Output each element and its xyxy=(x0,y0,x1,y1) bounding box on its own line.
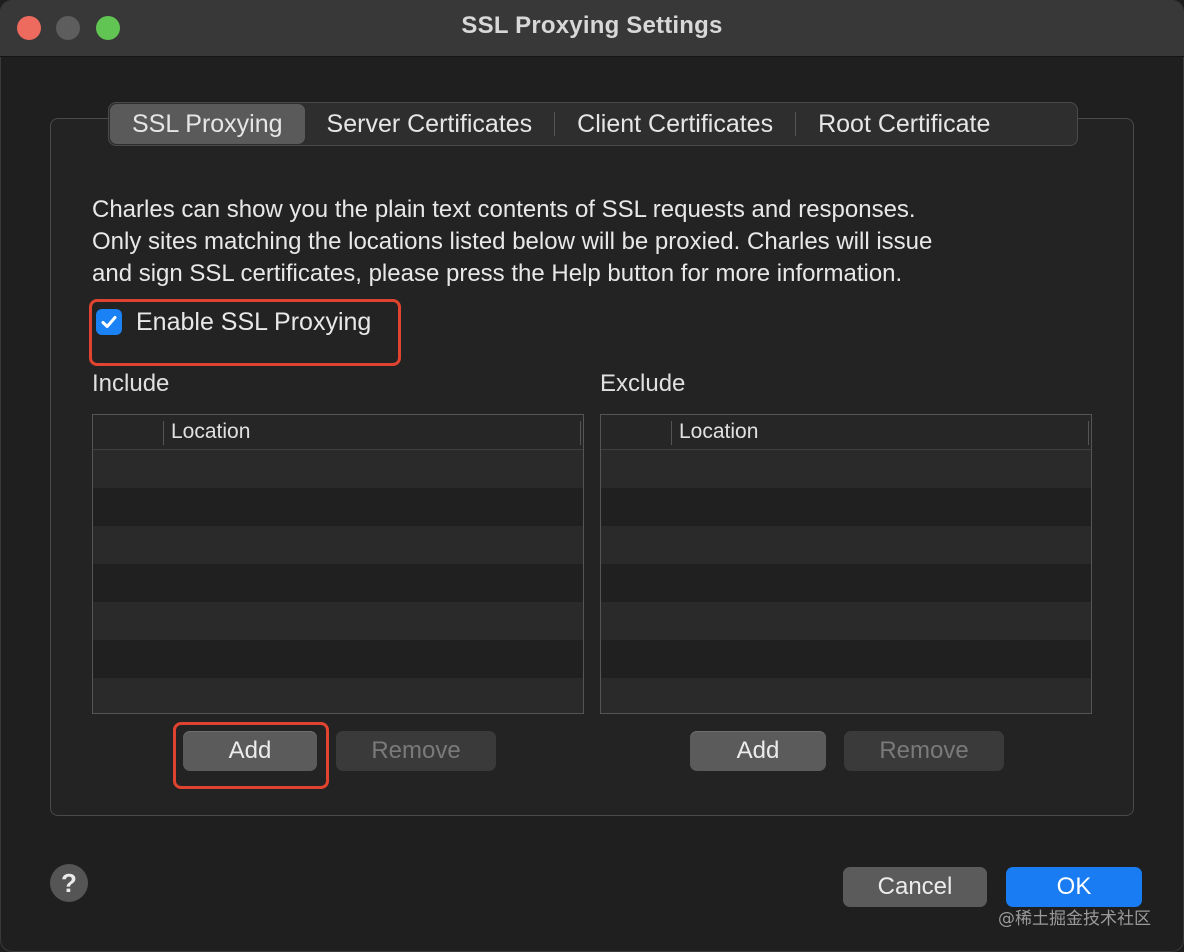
help-button[interactable]: ? xyxy=(50,864,88,902)
exclude-add-button[interactable]: Add xyxy=(690,731,826,771)
exclude-label: Exclude xyxy=(600,370,686,397)
table-header: Location xyxy=(93,415,583,450)
table-row xyxy=(601,564,1091,602)
watermark-text: @稀土掘金技术社区 xyxy=(998,909,1151,929)
annotation-highlight-box xyxy=(173,722,329,789)
annotation-highlight-box xyxy=(89,299,401,366)
tab-server-certificates[interactable]: Server Certificates xyxy=(305,104,555,144)
table-row xyxy=(93,564,583,602)
dialog-window: SSL Proxying Settings SSL Proxying Serve… xyxy=(0,0,1184,952)
table-row xyxy=(601,602,1091,640)
window-title: SSL Proxying Settings xyxy=(461,12,723,39)
table-row xyxy=(601,488,1091,526)
tab-ssl-proxying[interactable]: SSL Proxying xyxy=(110,104,305,144)
ok-button[interactable]: OK xyxy=(1006,867,1142,907)
exclude-table[interactable]: Location xyxy=(600,414,1092,714)
include-remove-button[interactable]: Remove xyxy=(336,731,496,771)
description-line: Only sites matching the locations listed… xyxy=(92,228,933,255)
table-row xyxy=(93,526,583,564)
title-bar: SSL Proxying Settings xyxy=(0,0,1184,57)
table-row xyxy=(601,678,1091,713)
table-row xyxy=(601,526,1091,564)
tab-client-certificates[interactable]: Client Certificates xyxy=(555,104,795,144)
table-row xyxy=(601,640,1091,678)
column-header-location[interactable]: Location xyxy=(679,420,758,444)
cancel-button[interactable]: Cancel xyxy=(843,867,987,907)
exclude-remove-button[interactable]: Remove xyxy=(844,731,1004,771)
column-header-location[interactable]: Location xyxy=(171,420,250,444)
include-table[interactable]: Location xyxy=(92,414,584,714)
description-line: Charles can show you the plain text cont… xyxy=(92,196,916,223)
description-text: Charles can show you the plain text cont… xyxy=(92,194,1092,290)
column-divider xyxy=(1088,421,1089,445)
table-row xyxy=(93,488,583,526)
table-row xyxy=(93,602,583,640)
table-row xyxy=(93,450,583,488)
description-line: and sign SSL certificates, please press … xyxy=(92,260,903,287)
table-row xyxy=(93,640,583,678)
column-divider xyxy=(580,421,581,445)
column-divider xyxy=(163,421,164,445)
table-row xyxy=(601,450,1091,488)
table-row xyxy=(93,678,583,713)
table-header: Location xyxy=(601,415,1091,450)
tab-bar: SSL Proxying Server Certificates Client … xyxy=(108,102,1078,146)
column-divider xyxy=(671,421,672,445)
include-label: Include xyxy=(92,370,170,397)
tab-root-certificate[interactable]: Root Certificate xyxy=(796,104,1012,144)
